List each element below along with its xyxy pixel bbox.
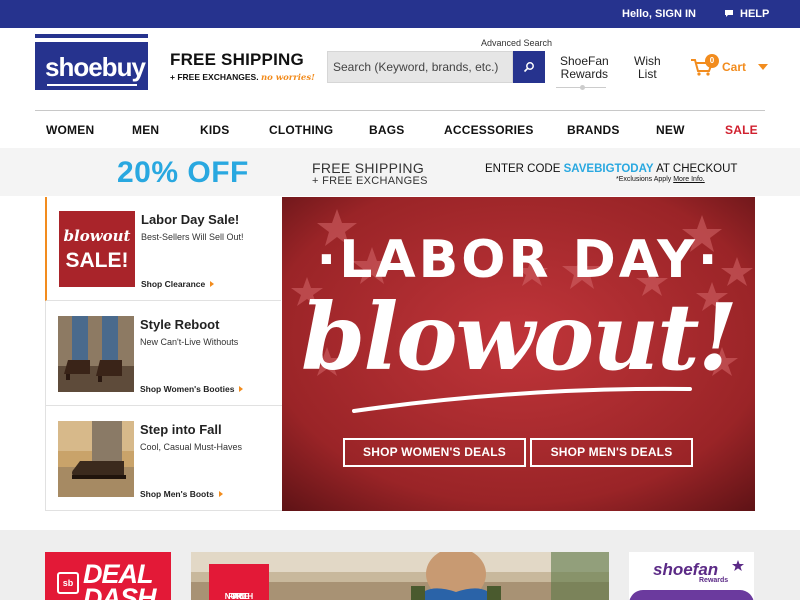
exclusions-text: *Exclusions Apply (616, 176, 672, 183)
star-icon (732, 560, 744, 571)
shop-mens-deals-button[interactable]: SHOP MEN'S DEALS (530, 438, 693, 467)
nav-item-new[interactable]: NEW (656, 123, 685, 137)
shop-womens-deals-button[interactable]: SHOP WOMEN'S DEALS (343, 438, 526, 467)
arrow-right-icon (218, 491, 223, 497)
shoefan-rewards-link[interactable]: ShoeFan Rewards (560, 55, 609, 81)
promo-banner[interactable]: 20% OFF FREE SHIPPING + FREE EXCHANGES E… (0, 148, 800, 196)
hero-swoosh (352, 386, 692, 413)
side-promo-labor-day[interactable]: blowout SALE! Labor Day Sale! Best-Selle… (45, 197, 281, 301)
search-button[interactable] (513, 51, 545, 83)
shoefan-indicator-dot (580, 85, 585, 90)
blowout-sale-thumbnail: blowout SALE! (59, 211, 135, 287)
shoefan-rewards-tile[interactable]: shoefan Rewards (629, 552, 754, 600)
nav-item-brands[interactable]: BRANDS (567, 123, 620, 137)
arrow-right-icon (210, 281, 215, 287)
tnf-logo-text: THE NORTH FACE (209, 578, 269, 600)
promo-percent-off: 20% OFF (117, 156, 249, 189)
chevron-down-icon[interactable] (758, 64, 769, 70)
cta-label: Shop Women's Booties (140, 384, 235, 394)
side-promo-title: Labor Day Sale! (141, 212, 240, 227)
promo-code-line: ENTER CODE SAVEBIGTODAY AT CHECKOUT (485, 163, 737, 175)
cta-label: Shop Clearance (141, 279, 206, 289)
shoebuy-logo[interactable]: shoebuy (35, 38, 148, 90)
shoefan-rewards-text: Rewards (699, 577, 729, 584)
promo-free-shipping: FREE SHIPPING (312, 160, 425, 176)
mens-boots-thumbnail (58, 421, 134, 497)
side-promo-style-reboot[interactable]: Style Reboot New Can't-Live Withouts Sho… (46, 302, 282, 406)
nav-item-women[interactable]: WOMEN (46, 123, 94, 137)
side-promo-subtitle: Cool, Casual Must-Haves (140, 442, 243, 452)
womens-booties-thumbnail (58, 316, 134, 392)
thumb-blowout-text: blowout (64, 227, 131, 245)
help-link[interactable]: HELP (724, 8, 769, 20)
nav-item-clothing[interactable]: CLOTHING (269, 123, 333, 137)
search-icon (523, 62, 534, 73)
side-promo-subtitle: New Can't-Live Withouts (140, 337, 239, 347)
nav-item-kids[interactable]: KIDS (200, 123, 229, 137)
search-box[interactable] (327, 51, 513, 83)
chat-bubble-icon (725, 10, 733, 17)
hero-script-headline: blowout! (301, 283, 738, 391)
thumb-sale-text: SALE! (66, 249, 129, 272)
shoefan-purple-strip (629, 590, 754, 600)
logo-text: shoebuy (45, 52, 146, 82)
wish-list-link[interactable]: Wish List (634, 55, 661, 81)
side-promo-subtitle: Best-Sellers Will Sell Out! (141, 232, 244, 242)
free-exchanges-line: + FREE EXCHANGES. no worries! (170, 72, 315, 83)
labor-day-hero-banner[interactable]: ·LABOR DAY· blowout! SHOP WOMEN'S DEALS … (282, 197, 755, 511)
free-exchanges-text: + FREE EXCHANGES. (170, 72, 259, 82)
tnf-line3: FACE (228, 592, 250, 600)
side-promo-title: Style Reboot (140, 317, 220, 332)
free-shipping-tagline: FREE SHIPPING + FREE EXCHANGES. no worri… (170, 50, 315, 83)
nav-item-men[interactable]: MEN (132, 123, 159, 137)
wish-label-2: List (637, 67, 657, 81)
north-face-logo: THE NORTH FACE (209, 564, 269, 600)
logo-swoosh (47, 84, 137, 86)
side-promo-list: blowout SALE! Labor Day Sale! Best-Selle… (45, 197, 282, 511)
deal-dash-text: DEAL DASH (83, 561, 157, 600)
advanced-search-link[interactable]: Advanced Search (481, 38, 552, 48)
cart-count-badge: 0 (705, 54, 719, 68)
header-divider (35, 110, 765, 111)
side-promo-step-into-fall[interactable]: Step into Fall Cool, Casual Must-Haves S… (46, 407, 282, 511)
top-bar: Hello, SIGN IN HELP (0, 0, 800, 28)
main-nav: WOMEN MEN KIDS CLOTHING BAGS ACCESSORIES… (0, 114, 800, 148)
no-worries-text: no worries! (260, 73, 315, 83)
arrow-right-icon (239, 386, 244, 392)
cta-label: Shop Men's Boots (140, 489, 214, 499)
promo-exclusions: *Exclusions Apply More Info. (616, 176, 705, 183)
side-promo-title: Step into Fall (140, 422, 222, 437)
promo-code-prefix: ENTER CODE (485, 163, 561, 175)
shop-mens-boots-link[interactable]: Shop Men's Boots (140, 489, 223, 499)
cart-button[interactable]: 0 Cart (690, 54, 769, 77)
hero-headline: ·LABOR DAY· (316, 230, 721, 290)
promo-code: SAVEBIGTODAY (563, 163, 654, 175)
search-input[interactable] (328, 52, 512, 82)
shop-womens-booties-link[interactable]: Shop Women's Booties (140, 384, 244, 394)
help-label: HELP (740, 8, 770, 20)
nav-item-bags[interactable]: BAGS (369, 123, 404, 137)
promo-free-exchanges: + FREE EXCHANGES (312, 175, 428, 187)
north-face-promo-tile[interactable]: THE NORTH FACE (191, 552, 609, 600)
deal-dash-tile[interactable]: sb DEAL DASH (45, 552, 171, 600)
shoefan-label-2: Rewards (560, 67, 609, 81)
deal-text-line2: DASH (83, 583, 157, 600)
shop-clearance-link[interactable]: Shop Clearance (141, 279, 215, 289)
nav-item-sale[interactable]: SALE (725, 123, 758, 137)
sign-in-link[interactable]: Hello, SIGN IN (622, 8, 696, 20)
promo-code-suffix: AT CHECKOUT (656, 163, 738, 175)
shoebuy-badge: sb (57, 572, 79, 594)
free-shipping-heading: FREE SHIPPING (170, 50, 304, 69)
more-info-link[interactable]: More Info. (673, 176, 705, 183)
nav-item-accessories[interactable]: ACCESSORIES (444, 123, 534, 137)
cart-label: Cart (722, 60, 747, 74)
